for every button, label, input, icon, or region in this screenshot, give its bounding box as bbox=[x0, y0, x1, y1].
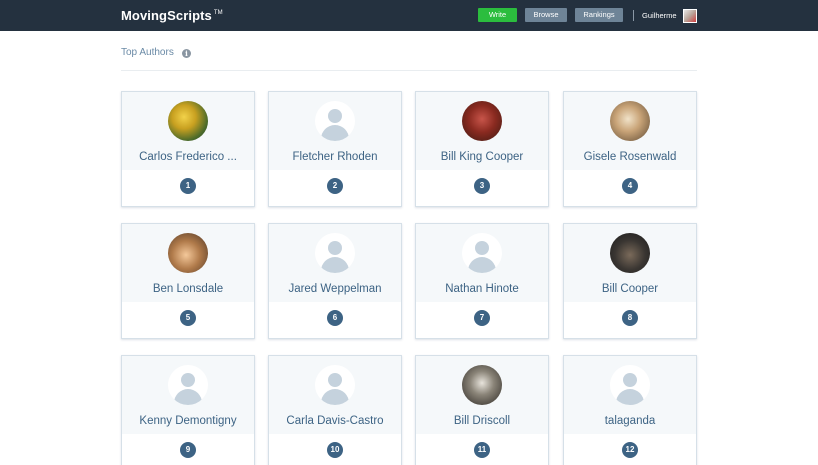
avatar-body bbox=[321, 389, 349, 405]
author-card[interactable]: Nathan Hinote 7 bbox=[415, 223, 549, 339]
rank-badge: 8 bbox=[622, 310, 638, 326]
default-avatar-icon[interactable] bbox=[462, 233, 502, 273]
author-card[interactable]: Bill King Cooper 3 bbox=[415, 91, 549, 207]
rank-badge: 5 bbox=[180, 310, 196, 326]
default-avatar-icon[interactable] bbox=[610, 365, 650, 405]
author-card[interactable]: Bill Cooper 8 bbox=[563, 223, 697, 339]
author-card-header: Ben Lonsdale bbox=[122, 224, 254, 302]
author-card[interactable]: Ben Lonsdale 5 bbox=[121, 223, 255, 339]
author-card[interactable]: Carla Davis-Castro 10 bbox=[268, 355, 402, 465]
info-icon[interactable]: i bbox=[182, 49, 191, 58]
author-name[interactable]: talaganda bbox=[566, 415, 694, 427]
rank-badge: 6 bbox=[327, 310, 343, 326]
author-name[interactable]: Kenny Demontigny bbox=[124, 415, 252, 427]
author-card-header: Fletcher Rhoden bbox=[269, 92, 401, 170]
author-card[interactable]: talaganda 12 bbox=[563, 355, 697, 465]
avatar-head bbox=[475, 241, 489, 255]
rank-badge: 11 bbox=[474, 442, 490, 458]
page-title: Top Authors bbox=[121, 47, 174, 58]
trademark-mark: TM bbox=[213, 10, 223, 16]
avatar-head bbox=[181, 373, 195, 387]
author-card-header: Nathan Hinote bbox=[416, 224, 548, 302]
author-card-header: Gisele Rosenwald bbox=[564, 92, 696, 170]
avatar-head bbox=[328, 373, 342, 387]
write-button[interactable]: Write bbox=[478, 8, 517, 22]
author-card-header: Bill Driscoll bbox=[416, 356, 548, 434]
author-name[interactable]: Bill Cooper bbox=[566, 283, 694, 295]
rank-badge: 12 bbox=[622, 442, 638, 458]
avatar-body bbox=[616, 389, 644, 405]
avatar-body bbox=[174, 389, 202, 405]
rank-badge: 4 bbox=[622, 178, 638, 194]
user-avatar[interactable] bbox=[683, 9, 697, 23]
author-name[interactable]: Fletcher Rhoden bbox=[271, 151, 399, 163]
author-name[interactable]: Bill King Cooper bbox=[418, 151, 546, 163]
default-avatar-icon[interactable] bbox=[315, 233, 355, 273]
author-card-header: Bill Cooper bbox=[564, 224, 696, 302]
author-name[interactable]: Carla Davis-Castro bbox=[271, 415, 399, 427]
rank-badge: 3 bbox=[474, 178, 490, 194]
rank-badge: 1 bbox=[180, 178, 196, 194]
avatar-head bbox=[328, 109, 342, 123]
author-card[interactable]: Fletcher Rhoden 2 bbox=[268, 91, 402, 207]
avatar-head bbox=[623, 373, 637, 387]
author-card-header: Carla Davis-Castro bbox=[269, 356, 401, 434]
rank-badge: 7 bbox=[474, 310, 490, 326]
author-avatar[interactable] bbox=[168, 233, 208, 273]
author-card[interactable]: Bill Driscoll 11 bbox=[415, 355, 549, 465]
avatar-body bbox=[321, 257, 349, 273]
author-avatar[interactable] bbox=[610, 233, 650, 273]
username-link[interactable]: Guilherme bbox=[642, 11, 677, 20]
author-name[interactable]: Nathan Hinote bbox=[418, 283, 546, 295]
logo[interactable]: MovingScripts TM bbox=[121, 8, 223, 23]
nav-separator bbox=[633, 10, 634, 21]
rank-badge: 9 bbox=[180, 442, 196, 458]
author-card-header: Bill King Cooper bbox=[416, 92, 548, 170]
author-name[interactable]: Ben Lonsdale bbox=[124, 283, 252, 295]
author-avatar[interactable] bbox=[610, 101, 650, 141]
rank-badge: 10 bbox=[327, 442, 343, 458]
author-name[interactable]: Jared Weppelman bbox=[271, 283, 399, 295]
author-card[interactable]: Jared Weppelman 6 bbox=[268, 223, 402, 339]
author-name[interactable]: Gisele Rosenwald bbox=[566, 151, 694, 163]
default-avatar-icon[interactable] bbox=[315, 101, 355, 141]
top-navigation-bar: MovingScripts TM Write Browse Rankings Gu… bbox=[0, 0, 818, 31]
author-name[interactable]: Bill Driscoll bbox=[418, 415, 546, 427]
default-avatar-icon[interactable] bbox=[168, 365, 208, 405]
author-card-header: Kenny Demontigny bbox=[122, 356, 254, 434]
title-divider bbox=[121, 70, 697, 71]
avatar-body bbox=[321, 125, 349, 141]
author-card-header: Jared Weppelman bbox=[269, 224, 401, 302]
browse-button[interactable]: Browse bbox=[525, 8, 567, 22]
rank-badge: 2 bbox=[327, 178, 343, 194]
author-card[interactable]: Gisele Rosenwald 4 bbox=[563, 91, 697, 207]
author-card-header: talaganda bbox=[564, 356, 696, 434]
rankings-button[interactable]: Rankings bbox=[575, 8, 623, 22]
author-avatar[interactable] bbox=[462, 101, 502, 141]
default-avatar-icon[interactable] bbox=[315, 365, 355, 405]
avatar-body bbox=[468, 257, 496, 273]
author-name[interactable]: Carlos Frederico ... bbox=[124, 151, 252, 163]
author-card[interactable]: Kenny Demontigny 9 bbox=[121, 355, 255, 465]
author-card[interactable]: Carlos Frederico ... 1 bbox=[121, 91, 255, 207]
author-card-header: Carlos Frederico ... bbox=[122, 92, 254, 170]
author-avatar[interactable] bbox=[168, 101, 208, 141]
author-avatar[interactable] bbox=[462, 365, 502, 405]
avatar-head bbox=[328, 241, 342, 255]
